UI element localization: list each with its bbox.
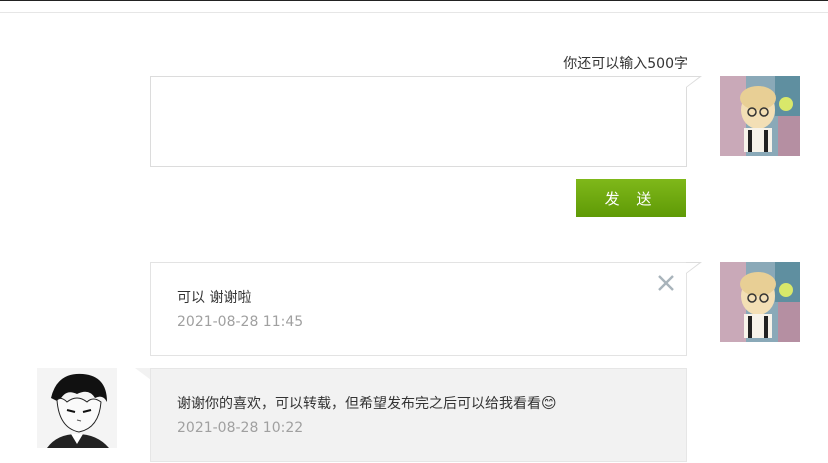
reply-tail [135,368,151,380]
send-button[interactable]: 发 送 [576,179,686,217]
message-time: 2021-08-28 11:45 [177,314,304,330]
top-border [0,0,828,1]
avatar-figure-icon [720,76,800,156]
message-author-avatar[interactable] [720,262,800,342]
delete-icon[interactable] [656,273,676,293]
reply-text: 谢谢你的喜欢，可以转载，但希望发布完之后可以给我看看 [177,396,541,412]
message-bubble: 可以 谢谢啦 2021-08-28 11:45 [150,262,687,356]
avatar-figure-icon [720,262,800,342]
smile-emoji-icon: 😊 [541,394,557,412]
message-tail-inner [686,263,699,273]
reply-author-avatar[interactable] [37,368,117,448]
composer-tail-inner [686,77,699,87]
current-user-avatar[interactable] [720,76,800,156]
reply-bubble: 谢谢你的喜欢，可以转载，但希望发布完之后可以给我看看😊 2021-08-28 1… [150,368,687,462]
reply-time: 2021-08-28 10:22 [177,420,304,436]
remaining-chars-label: 你还可以输入500字 [563,56,688,72]
message-text: 可以 谢谢啦 [177,290,252,306]
reply-text-line: 谢谢你的喜欢，可以转载，但希望发布完之后可以给我看看😊 [177,393,557,413]
avatar-manga-boy-icon [37,368,117,448]
comment-input[interactable] [150,76,687,167]
